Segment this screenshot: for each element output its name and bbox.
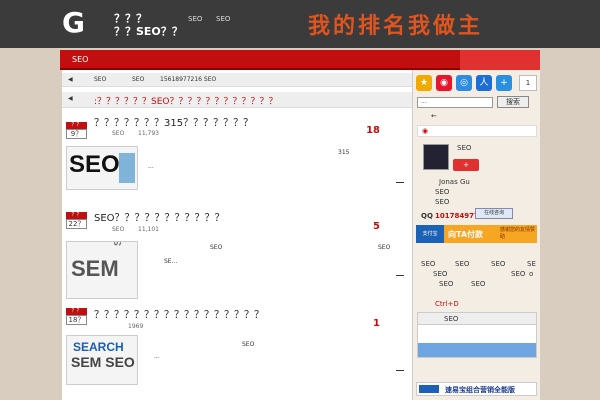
profile-header: ◉: [417, 125, 537, 137]
header-link-seo-2[interactable]: SEO: [216, 15, 230, 23]
notice-text[interactable]: :？？？？？？SEO？？？？？？？？？？？？: [94, 94, 278, 107]
post-comment-count[interactable]: 18: [366, 125, 380, 136]
read-more-link[interactable]: [396, 370, 404, 371]
tag-link[interactable]: SEO: [439, 280, 453, 288]
post-category[interactable]: SEO: [112, 130, 124, 137]
search-button[interactable]: 搜索: [497, 96, 529, 108]
read-more-link[interactable]: [396, 275, 404, 276]
tag-link[interactable]: SEO: [471, 280, 485, 288]
post-date-badge: ？？ 22？: [66, 212, 87, 229]
post-views: 11,793: [138, 130, 159, 137]
share-count: 1: [519, 75, 537, 91]
post-text: SEO: [210, 244, 223, 251]
widget-title-bar: [418, 313, 536, 325]
profile-name: SEO: [457, 144, 472, 152]
post-text: SEO: [378, 244, 391, 251]
read-more-link[interactable]: [396, 182, 404, 183]
post-day: 22？: [66, 219, 87, 229]
tag-link[interactable]: SEO: [511, 270, 525, 278]
ad-banner[interactable]: 速易宝组合营销全能版: [416, 382, 537, 396]
eye-icon: ◉: [422, 127, 429, 135]
speaker-icon: ◀: [68, 95, 73, 102]
author-line-1: SEO: [435, 188, 450, 196]
post-title[interactable]: ？？？？？？？？？？？？？？？？？: [94, 306, 264, 321]
qq-label: QQ: [421, 212, 433, 220]
post-month: ？？: [66, 122, 87, 129]
share-weibo-icon[interactable]: ◉: [436, 75, 452, 91]
post-text: SEO: [242, 341, 255, 348]
post-views: 11,101: [138, 226, 159, 233]
nav-item-seo[interactable]: SEO: [72, 55, 88, 64]
post-day: 18？: [66, 315, 87, 325]
post-title[interactable]: SEO？？？？？？？？？？？: [94, 209, 225, 224]
share-qzone-icon[interactable]: ★: [416, 75, 432, 91]
breadcrumb-link-2[interactable]: SEO: [132, 76, 144, 83]
pay-banner[interactable]: 支付宝 向TA付款 感谢您的友情赞助: [416, 225, 537, 243]
pay-label: 向TA付款: [448, 230, 484, 239]
tag-link[interactable]: SEO: [455, 260, 469, 268]
post-text: 315: [338, 149, 350, 156]
follow-button[interactable]: +: [453, 159, 479, 171]
sidebar: ★ ◉ ◎ 人 + 1 ... 搜索 ← ◉ SEO + Jonas Gu SE…: [412, 70, 540, 400]
online-consult-button[interactable]: 在线咨询: [475, 208, 513, 219]
post-thumbnail[interactable]: SEARCH SEM SEO: [66, 335, 138, 385]
site-logo[interactable]: G: [62, 8, 98, 38]
post-excerpt: ...: [148, 163, 154, 170]
tag-link[interactable]: SE: [527, 260, 536, 268]
ad-logo: [419, 385, 439, 393]
widget-progress: [418, 343, 536, 357]
post-excerpt: ...: [154, 353, 160, 360]
notice-bar: ◀ :？？？？？？SEO？？？？？？？？？？？？: [62, 92, 412, 108]
post-excerpt: SE...: [164, 258, 178, 265]
breadcrumb-link-1[interactable]: SEO: [94, 76, 106, 83]
post-thumbnail[interactable]: SEO: [66, 146, 138, 190]
post-thumbnail[interactable]: SEM Search: [66, 241, 138, 299]
search-input[interactable]: ...: [417, 97, 493, 108]
widget-box: SEO: [417, 312, 537, 358]
post-comment-count[interactable]: 5: [373, 221, 380, 232]
alipay-logo: 支付宝: [416, 225, 444, 243]
site-header: G ？？？ ？？SEO？？ SEO SEO 我的排名我做主: [0, 0, 600, 48]
post-comment-count[interactable]: 1: [373, 318, 380, 329]
header-link-seo-1[interactable]: SEO: [188, 15, 202, 23]
back-arrow-icon[interactable]: ←: [431, 112, 437, 120]
site-name-line2: ？？SEO？？: [114, 25, 183, 38]
bookmark-shortcut: Ctrl+D: [435, 300, 459, 308]
share-more-icon[interactable]: +: [496, 75, 512, 91]
pay-thanks: 感谢您的友情赞助: [500, 227, 536, 240]
avatar[interactable]: [423, 144, 449, 170]
site-name-line1: ？？？: [114, 12, 147, 25]
breadcrumb: ◀ SEO SEO 15618977216 SEO: [62, 73, 412, 87]
post-month: ？？: [66, 212, 87, 219]
post-views: 1969: [128, 323, 144, 330]
post-category[interactable]: SEO: [112, 226, 124, 233]
widget-title: SEO: [444, 315, 459, 323]
main-content: ◀ SEO SEO 15618977216 SEO ◀ :？？？？？？SEO？？…: [62, 70, 412, 400]
author-name: Jonas Gu: [439, 178, 470, 186]
tag-link[interactable]: o: [529, 270, 533, 278]
post-date-badge: ？？ 18？: [66, 308, 87, 325]
nav-highlight: [460, 50, 540, 70]
share-tencent-icon[interactable]: ◎: [456, 75, 472, 91]
post-day: 9？: [66, 129, 87, 139]
qq-number: 101784977: [435, 212, 479, 220]
post-month: ？？: [66, 308, 87, 315]
main-nav: SEO: [60, 50, 540, 70]
author-line-2: SEO: [435, 198, 450, 206]
speaker-icon: ◀: [68, 76, 73, 83]
post-date-badge: ？？ 9？: [66, 122, 87, 139]
tag-link[interactable]: SEO: [421, 260, 435, 268]
tag-link[interactable]: SEO: [433, 270, 447, 278]
tag-link[interactable]: SEO: [491, 260, 505, 268]
post-title[interactable]: ？？？？？？？315？？？？？？？: [94, 114, 253, 129]
breadcrumb-text: 15618977216 SEO: [160, 76, 217, 83]
site-name[interactable]: ？？？ ？？SEO？？: [114, 12, 183, 38]
ad-text: 速易宝组合营销全能版: [445, 386, 515, 394]
header-slogan: 我的排名我做主: [308, 13, 484, 39]
share-renren-icon[interactable]: 人: [476, 75, 492, 91]
